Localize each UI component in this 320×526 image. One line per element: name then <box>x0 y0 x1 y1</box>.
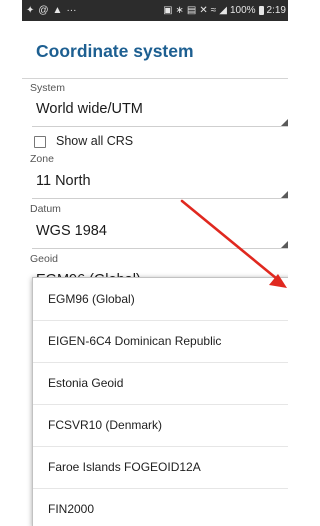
datum-spinner[interactable]: WGS 1984 <box>22 217 288 249</box>
show-all-crs-checkbox[interactable] <box>34 136 46 148</box>
geoid-option[interactable]: Faroe Islands FOGEOID12A <box>33 446 288 488</box>
left-margin <box>0 0 22 526</box>
status-right: ▣ ∗ ▤ ✕ ≈ ◢ 100% 2:19 <box>163 5 286 16</box>
alert-icon: ▲ <box>52 5 63 16</box>
system-underline <box>32 126 288 127</box>
battery-icon <box>258 6 264 15</box>
wifi-icon: ≈ <box>210 5 217 16</box>
bluetooth-icon: ∗ <box>175 5 184 16</box>
datum-label: Datum <box>30 203 61 215</box>
dropdown-triangle-icon <box>281 119 288 126</box>
option-label: EGM96 (Global) <box>48 292 135 306</box>
geoid-option[interactable]: Estonia Geoid <box>33 362 288 404</box>
screenshot-frame: ✦ @ ▲ ··· ▣ ∗ ▤ ✕ ≈ ◢ 100% 2:19 Coordina… <box>0 0 288 526</box>
mute-icon: ✕ <box>199 5 208 16</box>
dropdown-triangle-icon <box>281 191 288 198</box>
geoid-option[interactable]: FCSVR10 (Denmark) <box>33 404 288 446</box>
zone-label: Zone <box>30 153 54 165</box>
at-icon: @ <box>38 5 49 16</box>
datum-value: WGS 1984 <box>36 223 107 239</box>
system-label: System <box>30 82 66 94</box>
zone-spinner[interactable]: 11 North <box>22 167 288 199</box>
phone-screen: ✦ @ ▲ ··· ▣ ∗ ▤ ✕ ≈ ◢ 100% 2:19 Coordina… <box>22 0 288 526</box>
geoid-option[interactable]: FIN2000 <box>33 488 288 526</box>
clock: 2:19 <box>266 5 286 16</box>
signal-icon: ◢ <box>219 5 227 16</box>
option-label: Estonia Geoid <box>48 376 124 390</box>
system-value: World wide/UTM <box>36 101 143 117</box>
geoid-option[interactable]: EIGEN-6C4 Dominican Republic <box>33 320 288 362</box>
dropdown-triangle-icon <box>281 241 288 248</box>
status-left: ✦ @ ▲ ··· <box>26 5 76 16</box>
app-notification-icon: ✦ <box>26 5 35 16</box>
option-label: Faroe Islands FOGEOID12A <box>48 460 201 474</box>
geoid-dropdown-list[interactable]: EGM96 (Global) EIGEN-6C4 Dominican Repub… <box>32 277 288 526</box>
battery-percent: 100% <box>229 5 256 16</box>
option-label: FCSVR10 (Denmark) <box>48 418 163 432</box>
title-divider <box>22 78 288 79</box>
datum-underline <box>32 248 288 249</box>
system-spinner[interactable]: World wide/UTM <box>22 95 288 127</box>
zone-underline <box>32 198 288 199</box>
geoid-option[interactable]: EGM96 (Global) <box>33 278 288 320</box>
geoid-label: Geoid <box>30 253 59 265</box>
vibrate-icon: ▤ <box>186 5 197 16</box>
show-all-crs-label[interactable]: Show all CRS <box>56 134 133 148</box>
status-bar: ✦ @ ▲ ··· ▣ ∗ ▤ ✕ ≈ ◢ 100% 2:19 <box>22 0 288 21</box>
more-notifications-icon: ··· <box>66 5 77 16</box>
option-label: EIGEN-6C4 Dominican Republic <box>48 334 222 348</box>
option-label: FIN2000 <box>48 502 95 516</box>
nfc-icon: ▣ <box>163 5 173 16</box>
dialog-title: Coordinate system <box>36 41 194 61</box>
zone-value: 11 North <box>36 173 91 189</box>
